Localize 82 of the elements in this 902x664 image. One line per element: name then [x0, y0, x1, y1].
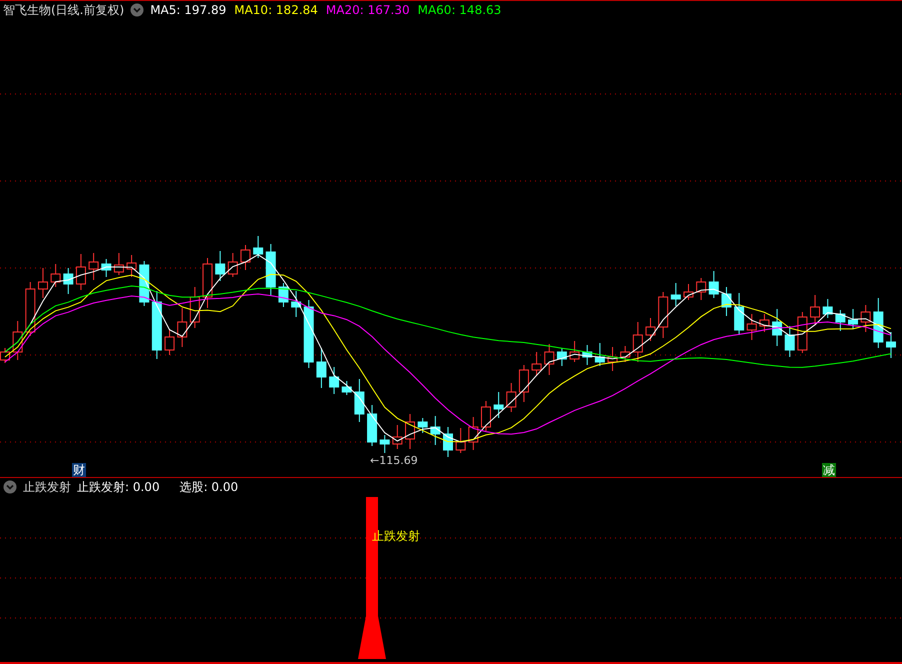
candlestick	[380, 434, 390, 454]
candlestick	[443, 426, 453, 458]
indicator-value: MA20: 167.30	[326, 3, 410, 18]
candlestick	[456, 427, 466, 454]
candlestick	[759, 313, 770, 332]
candlestick	[329, 366, 340, 394]
candlestick	[12, 320, 23, 360]
candlestick	[253, 235, 264, 258]
candlestick	[190, 286, 200, 328]
indicator-name: 止跌发射	[23, 478, 71, 496]
candlestick	[418, 417, 428, 434]
candlestick	[468, 416, 478, 450]
candlestick	[696, 277, 706, 300]
candlestick	[860, 304, 871, 332]
candlestick	[658, 291, 668, 338]
low-price-label: ←115.69	[370, 454, 418, 467]
candlestick	[342, 380, 352, 396]
candlestick	[354, 378, 364, 422]
candlestick	[392, 424, 402, 450]
indicator-value: MA10: 182.84	[234, 3, 318, 18]
candlestick	[646, 317, 656, 342]
candlestick	[848, 308, 858, 330]
candlestick	[367, 404, 378, 446]
candlestick	[797, 311, 808, 354]
candlestick	[835, 309, 846, 332]
candlestick	[810, 294, 820, 326]
candlestick	[430, 415, 440, 446]
dropdown-icon[interactable]	[130, 3, 144, 18]
candlestick	[38, 267, 48, 298]
candlestick	[240, 244, 250, 270]
indicator-value: 选股: 0.00	[180, 478, 238, 496]
candlestick	[670, 282, 681, 306]
candlestick	[215, 250, 226, 282]
candlestick	[556, 347, 567, 366]
candlestick	[886, 331, 896, 358]
candlestick	[734, 292, 744, 336]
candlestick	[316, 347, 326, 388]
indicator-value: MA5: 197.89	[150, 3, 226, 18]
candlestick	[50, 263, 61, 288]
candlestick	[76, 253, 86, 290]
dropdown-icon[interactable]	[3, 480, 17, 494]
candlestick	[304, 299, 314, 368]
candlestick	[544, 343, 554, 376]
candlestick	[88, 252, 99, 280]
candlestick	[721, 286, 732, 316]
candlestick	[63, 267, 74, 294]
candlestick	[405, 413, 416, 450]
candlestick	[746, 313, 757, 340]
event-marker: 财	[72, 462, 86, 478]
event-marker: 减	[822, 462, 836, 478]
candlestick	[632, 321, 643, 362]
candlestick	[101, 258, 112, 278]
candlestick	[266, 243, 276, 296]
candlestick	[494, 391, 504, 418]
candlestick	[784, 325, 795, 358]
candlestick	[582, 344, 592, 366]
candlestick	[708, 270, 719, 298]
candlestick	[683, 283, 694, 300]
candlestick	[164, 329, 175, 356]
indicator-value: 止跌发射: 0.00	[77, 478, 160, 496]
candlestick	[608, 346, 618, 372]
candlestick	[594, 342, 605, 366]
indicator-value: MA60: 148.63	[418, 3, 502, 18]
candlestick	[532, 351, 542, 376]
candlestick	[177, 307, 188, 348]
candlestick	[152, 290, 162, 360]
candlestick	[202, 257, 213, 308]
candlestick	[570, 340, 580, 362]
candlestick	[25, 281, 36, 336]
candlestick	[506, 382, 516, 412]
chart-title: 智飞生物(日线.前复权)	[3, 2, 124, 19]
candlestick	[228, 252, 238, 278]
candlestick	[114, 252, 124, 276]
candlestick	[620, 345, 630, 362]
candlestick	[518, 364, 529, 402]
candlestick	[278, 282, 288, 308]
candlestick	[480, 400, 491, 432]
candlestick	[822, 298, 833, 318]
candlestick	[873, 297, 884, 348]
candlestick	[772, 308, 782, 346]
candlestick	[291, 290, 302, 318]
candlestick	[126, 254, 137, 278]
